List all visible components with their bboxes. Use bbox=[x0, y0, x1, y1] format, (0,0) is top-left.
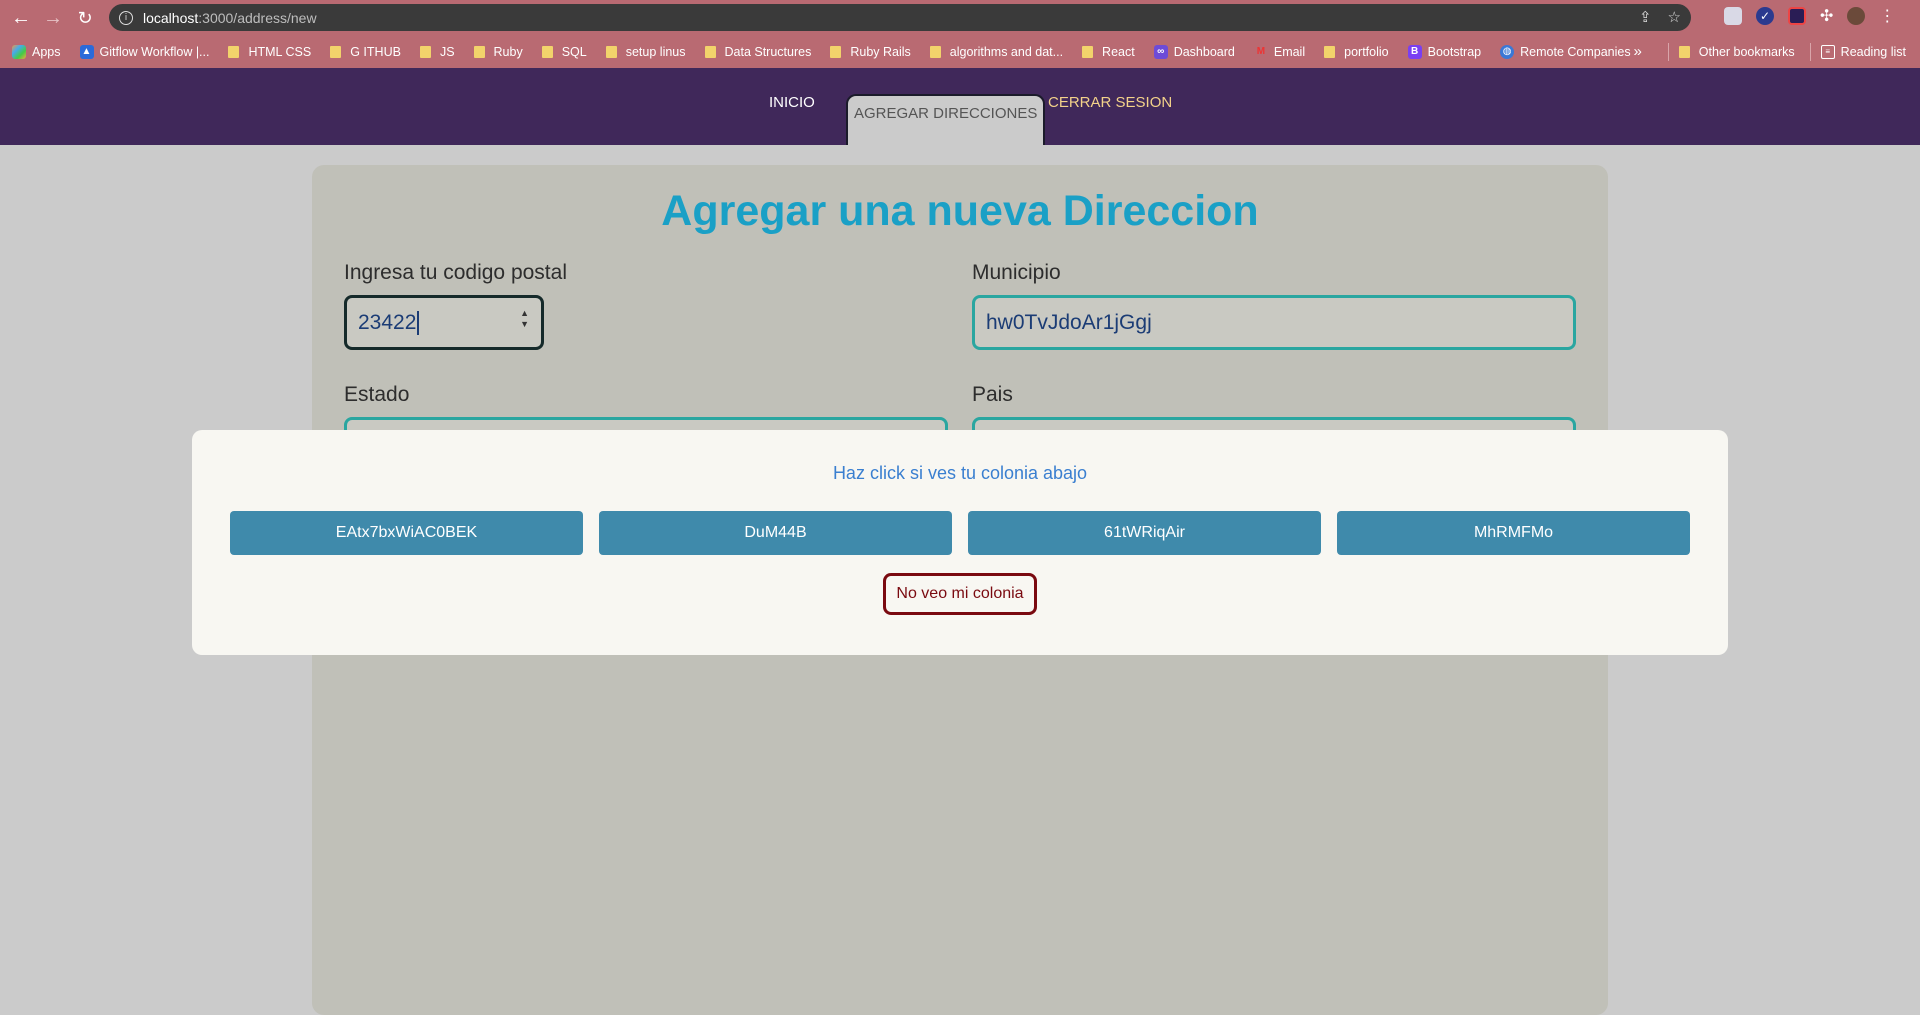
bookmark-label: SQL bbox=[561, 44, 587, 59]
gmail-icon: M bbox=[1256, 46, 1266, 57]
bookmark-dashboard[interactable]: ∞ Dashboard bbox=[1153, 44, 1235, 59]
bookmarks-bar: Apps ▲ Gitflow Workflow |... HTML CSS G … bbox=[0, 35, 1920, 68]
avatar[interactable] bbox=[1847, 7, 1866, 25]
site-info-icon[interactable]: i bbox=[119, 10, 133, 25]
more-vertical-icon[interactable]: ⋮ bbox=[1879, 6, 1895, 26]
bookmark-label: algorithms and dat... bbox=[949, 44, 1064, 59]
pais-label: Pais bbox=[972, 383, 1013, 406]
apps-grid-icon bbox=[12, 44, 26, 59]
modal-prompt: Haz click si ves tu colonia abajo bbox=[832, 463, 1088, 483]
url-host: localhost bbox=[143, 9, 199, 26]
globe-icon: ◍ bbox=[1500, 44, 1515, 59]
divider bbox=[1809, 42, 1811, 61]
colonia-button[interactable]: EAtx7bxWiAC0BEK bbox=[230, 511, 583, 555]
address-bar[interactable]: i localhost:3000/address/new ⇪ ☆ bbox=[109, 4, 1691, 31]
folder-icon bbox=[1324, 45, 1336, 58]
app-navbar: INICIO AGREGAR DIRECCIONES CERRAR SESION bbox=[0, 68, 1920, 145]
folder-icon bbox=[1082, 45, 1094, 58]
folder-icon bbox=[1678, 45, 1690, 58]
bookmark-github[interactable]: G ITHUB bbox=[330, 45, 401, 59]
bookmarks-overflow-icon[interactable]: » bbox=[1633, 43, 1641, 60]
municipio-value: hw0TvJdoAr1jGgj bbox=[986, 310, 1152, 334]
other-bookmarks[interactable]: Other bookmarks bbox=[1678, 44, 1795, 59]
bookmark-label: Data Structures bbox=[724, 44, 812, 59]
browser-toolbar: ← → ↻ i localhost:3000/address/new ⇪ ☆ ✓… bbox=[0, 0, 1920, 35]
colonia-modal: Haz click si ves tu colonia abajo EAtx7b… bbox=[192, 430, 1728, 655]
puzzle-icon[interactable]: ✣ bbox=[1820, 6, 1833, 26]
zip-input[interactable]: 23422 ▲ ▼ bbox=[344, 295, 544, 350]
bookmark-bootstrap[interactable]: B Bootstrap bbox=[1407, 44, 1482, 59]
estado-label: Estado bbox=[344, 383, 410, 406]
bookmark-label: Dashboard bbox=[1173, 44, 1235, 59]
divider bbox=[1667, 42, 1669, 61]
check-extension-icon[interactable]: ✓ bbox=[1756, 7, 1774, 25]
bookmark-star-icon[interactable]: ☆ bbox=[1668, 8, 1681, 26]
colonia-button[interactable]: DuM44B bbox=[599, 511, 952, 555]
page-title: Agregar una nueva Direccion bbox=[661, 187, 1259, 235]
bookmark-js[interactable]: JS bbox=[419, 44, 455, 59]
bookmark-remote-companies[interactable]: ◍ Remote Companies bbox=[1500, 44, 1631, 59]
nav-inicio[interactable]: INICIO bbox=[769, 94, 815, 111]
bookmark-label: JS bbox=[439, 44, 455, 59]
bookmark-label: Other bookmarks bbox=[1698, 44, 1795, 59]
bookmark-gitflow[interactable]: ▲ Gitflow Workflow |... bbox=[79, 44, 210, 59]
bookmark-label: Ruby Rails bbox=[850, 44, 911, 59]
reading-list[interactable]: ≡ Reading list bbox=[1820, 44, 1906, 59]
forward-icon[interactable]: → bbox=[37, 2, 69, 34]
folder-icon bbox=[419, 45, 431, 58]
municipio-label: Municipio bbox=[972, 261, 1061, 284]
dashboard-icon: ∞ bbox=[1153, 44, 1168, 59]
municipio-input[interactable]: hw0TvJdoAr1jGgj bbox=[972, 295, 1576, 350]
folder-icon bbox=[541, 45, 553, 58]
bookmark-data-structures[interactable]: Data Structures bbox=[704, 44, 812, 59]
share-icon[interactable]: ⇪ bbox=[1639, 8, 1652, 26]
bookmark-label: Email bbox=[1273, 44, 1306, 59]
zip-value: 23422 bbox=[358, 310, 417, 334]
bookmark-react[interactable]: React bbox=[1082, 45, 1135, 59]
reload-icon[interactable]: ↻ bbox=[69, 2, 101, 34]
bookmark-sql[interactable]: SQL bbox=[541, 44, 587, 59]
bookmark-ruby[interactable]: Ruby bbox=[473, 44, 523, 59]
bookmark-label: Remote Companies bbox=[1520, 44, 1631, 59]
bookmark-label: G ITHUB bbox=[350, 44, 401, 59]
bookmark-label: React bbox=[1102, 44, 1135, 59]
folder-icon bbox=[704, 45, 716, 58]
folder-icon bbox=[330, 45, 342, 58]
zip-label: Ingresa tu codigo postal bbox=[344, 261, 567, 284]
bookmark-ruby-rails[interactable]: Ruby Rails bbox=[830, 44, 911, 59]
bookmark-label: setup linus bbox=[625, 44, 686, 59]
back-icon[interactable]: ← bbox=[5, 2, 37, 34]
colonia-button[interactable]: MhRMFMo bbox=[1337, 511, 1690, 555]
folder-icon bbox=[605, 45, 617, 58]
bookmark-algorithms[interactable]: algorithms and dat... bbox=[929, 44, 1064, 59]
bookmark-email[interactable]: M Email bbox=[1254, 45, 1305, 59]
bootstrap-icon: B bbox=[1407, 44, 1422, 59]
bookmark-setup-linus[interactable]: setup linus bbox=[605, 44, 686, 59]
bookmark-label: HTML CSS bbox=[248, 44, 312, 59]
nav-cerrar-sesion[interactable]: CERRAR SESION bbox=[1048, 94, 1172, 111]
bookmark-label: Apps bbox=[32, 44, 61, 59]
atlassian-icon: ▲ bbox=[79, 44, 94, 59]
nav-agregar-direcciones[interactable]: AGREGAR DIRECCIONES bbox=[846, 94, 1046, 145]
bookmark-label: Gitflow Workflow |... bbox=[99, 44, 210, 59]
colonia-button[interactable]: 61tWRiqAir bbox=[968, 511, 1321, 555]
number-stepper[interactable]: ▲ ▼ bbox=[520, 308, 529, 330]
bookmark-label: Ruby bbox=[493, 44, 523, 59]
bookmark-label: portfolio bbox=[1344, 44, 1389, 59]
folder-icon bbox=[929, 45, 941, 58]
bookmark-label: Bootstrap bbox=[1427, 44, 1482, 59]
folder-icon bbox=[228, 45, 240, 58]
no-colonia-button[interactable]: No veo mi colonia bbox=[883, 573, 1037, 615]
bookmark-html-css[interactable]: HTML CSS bbox=[228, 45, 311, 59]
color-extension-icon[interactable] bbox=[1788, 7, 1806, 25]
bookmark-apps[interactable]: Apps bbox=[12, 44, 61, 59]
folder-icon bbox=[830, 45, 842, 58]
bookmark-label: Reading list bbox=[1840, 44, 1906, 59]
text-caret bbox=[417, 310, 419, 335]
reading-list-icon: ≡ bbox=[1820, 44, 1835, 59]
extension-icon[interactable] bbox=[1724, 7, 1742, 25]
folder-icon bbox=[473, 45, 485, 58]
url-path: :3000/address/new bbox=[198, 9, 317, 26]
bookmark-portfolio[interactable]: portfolio bbox=[1324, 44, 1389, 59]
